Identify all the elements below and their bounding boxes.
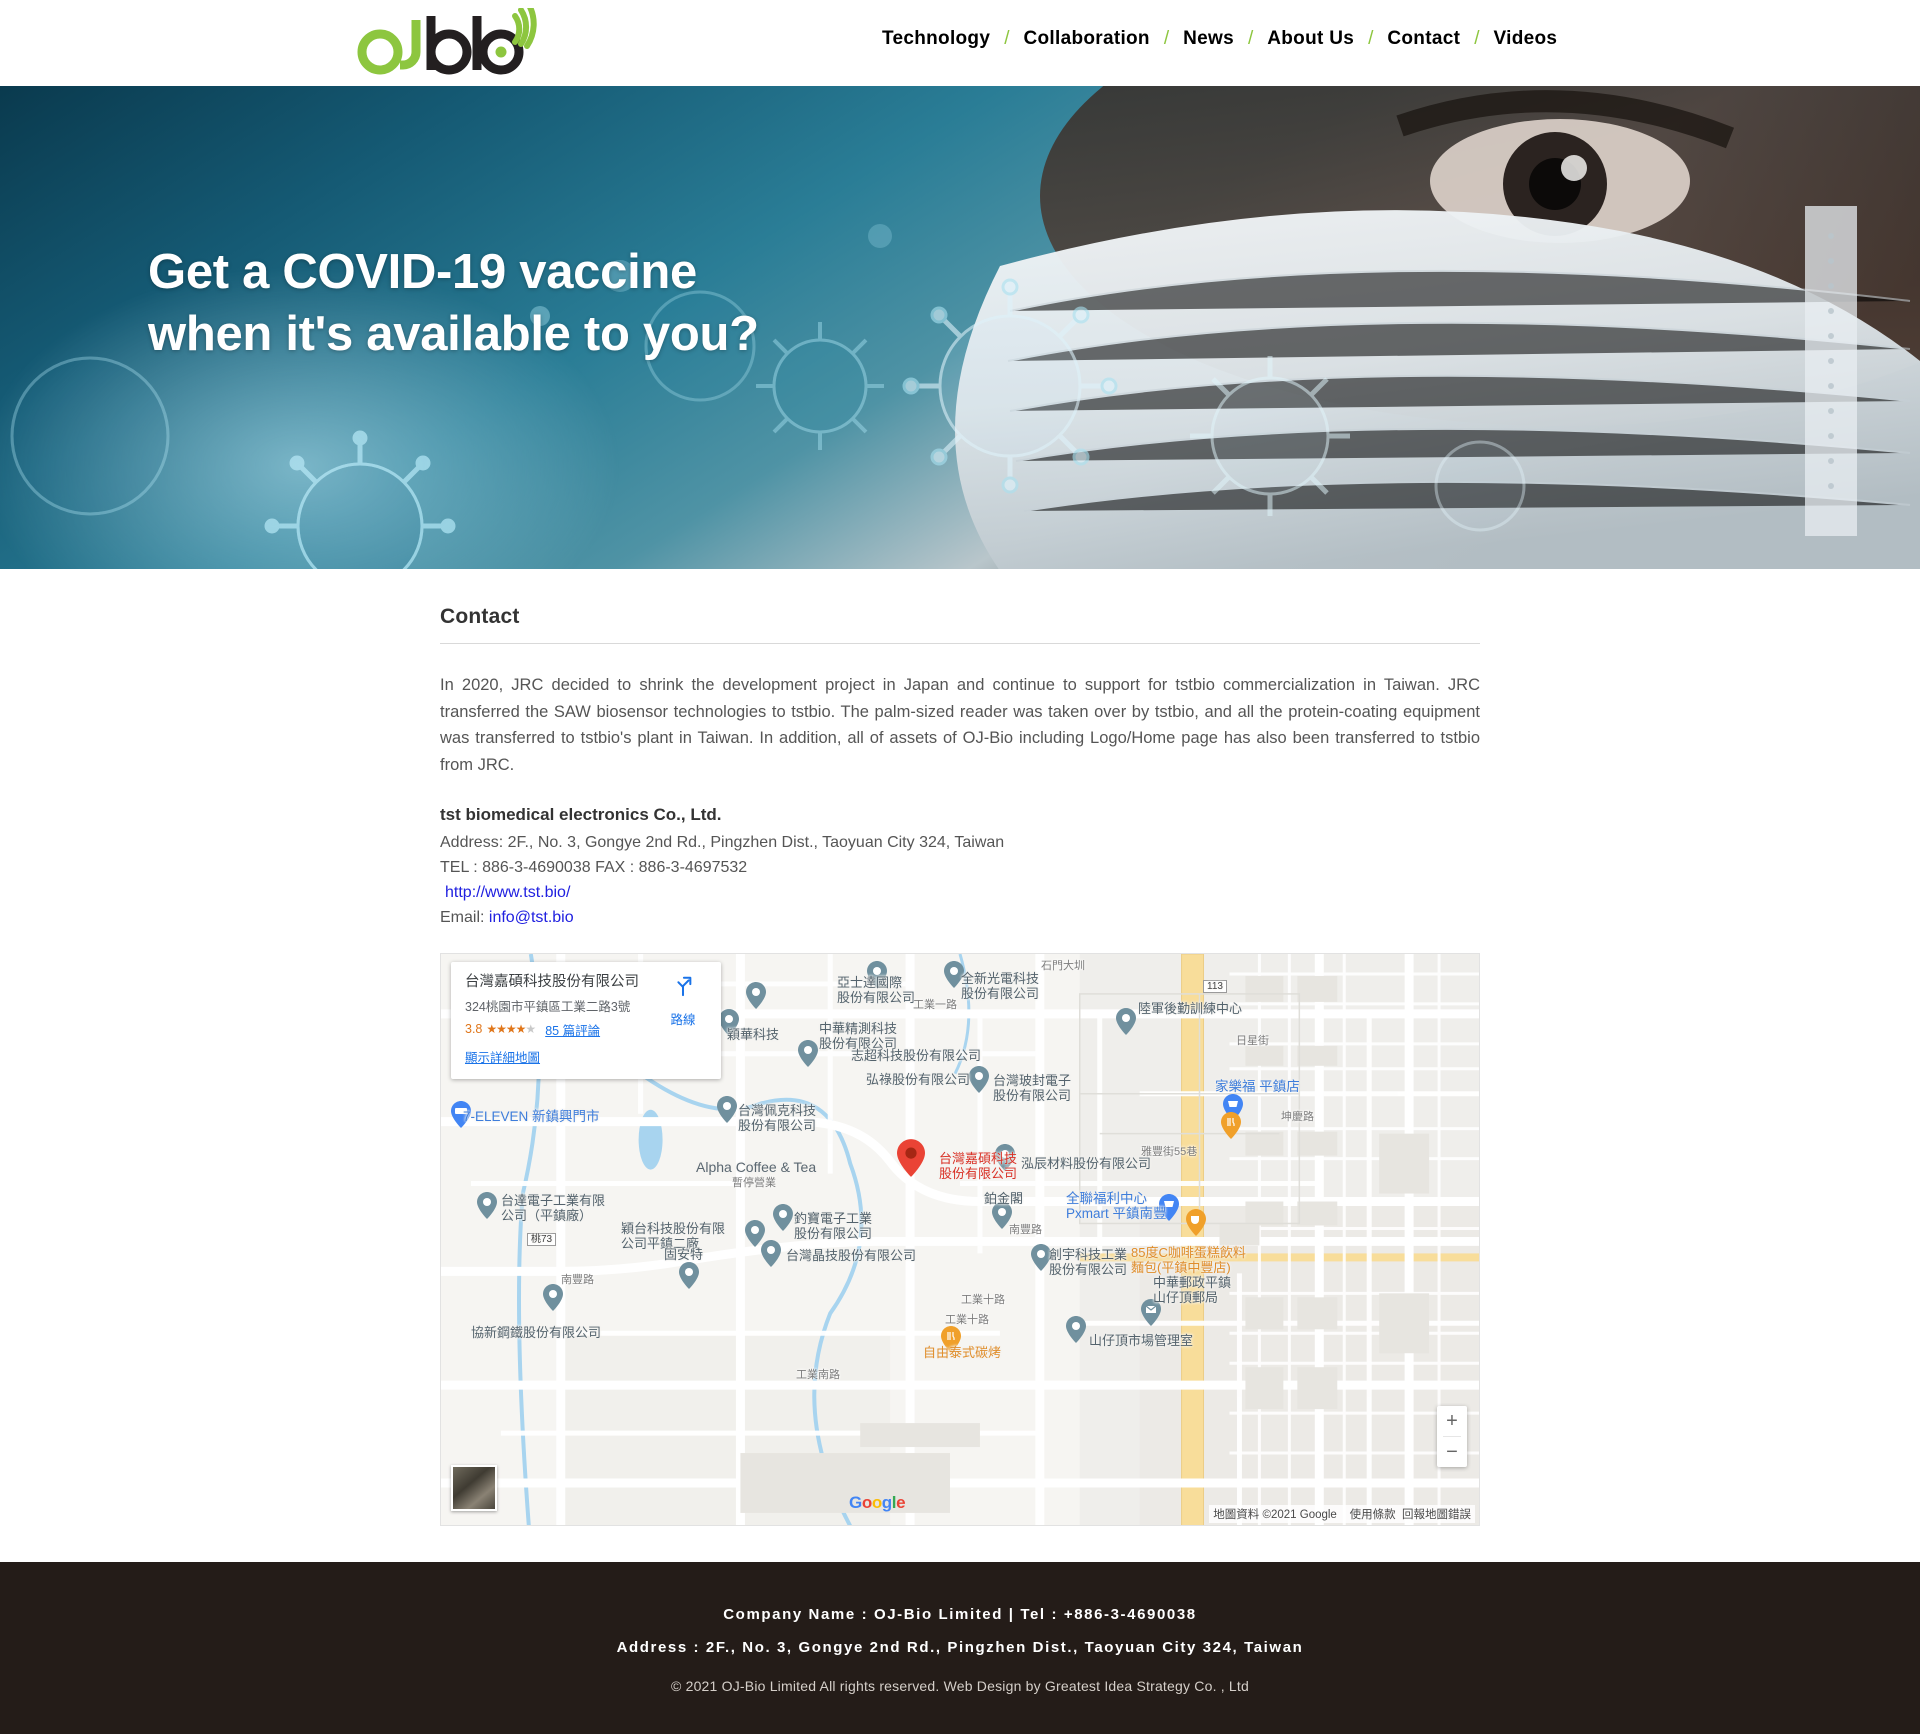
map-pin-pxmart[interactable] xyxy=(1159,1193,1179,1221)
site-footer: Company Name : OJ-Bio Limited | Tel : +8… xyxy=(0,1561,1920,1734)
rating-stars: ★★★★★ xyxy=(486,1022,536,1037)
map-place-rating: 3.8 ★★★★★ 85 篇評論 xyxy=(465,1020,657,1039)
title-divider xyxy=(440,643,1480,644)
company-name: tst biomedical electronics Co., Ltd. xyxy=(440,804,722,824)
page-title: Contact xyxy=(440,605,520,628)
map-pin[interactable] xyxy=(1116,1007,1136,1035)
stars-filled: ★★★★ xyxy=(486,1022,526,1037)
map-zoom-controls[interactable]: + − xyxy=(1437,1405,1467,1467)
footer-company-line: Company Name : OJ-Bio Limited | Tel : +8… xyxy=(723,1605,1197,1623)
map-pin-7-eleven[interactable] xyxy=(451,1100,471,1128)
zoom-in-button[interactable]: + xyxy=(1437,1406,1467,1436)
directions-label: 路線 xyxy=(670,1012,696,1027)
map-pin-restaurant[interactable] xyxy=(1221,1111,1241,1139)
company-address: Address: 2F., No. 3, Gongye 2nd Rd., Pin… xyxy=(440,833,1005,851)
nav-item-collaboration[interactable]: Collaboration xyxy=(1022,28,1152,50)
nav-item-videos[interactable]: Videos xyxy=(1491,28,1559,50)
company-website-link[interactable]: http://www.tst.bio/ xyxy=(445,884,570,901)
directions-icon xyxy=(672,975,694,1001)
nav-separator: / xyxy=(1163,28,1170,49)
stars-empty: ★ xyxy=(525,1022,536,1037)
map-pin[interactable] xyxy=(798,1039,818,1067)
map-pin-cafe[interactable] xyxy=(1186,1208,1206,1236)
map-place-address: 324桃園市平鎮區工業二路3號 xyxy=(465,999,631,1014)
google-map[interactable]: 全新光電科技 股份有限公司 亞士達國際 股份有限公司 石門大圳 113 陸軍後勤訓練中心… xyxy=(440,952,1480,1526)
nav-item-about-us[interactable]: About Us xyxy=(1265,28,1356,50)
map-info-card[interactable]: 台灣嘉碩科技股份有限公司 324桃園市平鎮區工業二路3號 3.8 ★★★★★ 8… xyxy=(451,961,721,1079)
map-pin[interactable] xyxy=(477,1191,497,1219)
hero-line-2: when it's available to you? xyxy=(148,307,759,362)
map-attribution: 地圖資料 ©2021 Google 使用條款 回報地圖錯誤 xyxy=(1209,1504,1475,1523)
map-pin-bbq[interactable] xyxy=(941,1325,961,1353)
map-pin[interactable] xyxy=(746,981,766,1009)
nav-item-contact[interactable]: Contact xyxy=(1385,28,1462,50)
map-pin[interactable] xyxy=(867,960,887,988)
map-pin[interactable] xyxy=(761,1239,781,1267)
nav-separator: / xyxy=(1004,28,1010,49)
map-pin[interactable] xyxy=(1066,1315,1086,1343)
map-pin[interactable] xyxy=(719,1008,739,1036)
map-pin[interactable] xyxy=(717,1095,737,1123)
nav-item-technology[interactable]: Technology xyxy=(880,28,992,50)
footer-copyright: © 2021 OJ-Bio Limited All rights reserve… xyxy=(670,1677,1249,1694)
nav-separator: / xyxy=(1474,28,1480,49)
review-count-link[interactable]: 85 篇評論 xyxy=(545,1020,600,1039)
map-info-card-body: 台灣嘉碩科技股份有限公司 324桃園市平鎮區工業二路3號 3.8 ★★★★★ 8… xyxy=(465,973,657,1067)
map-pin[interactable] xyxy=(773,1203,793,1231)
street-view-thumbnail[interactable] xyxy=(451,1464,497,1511)
map-pin[interactable] xyxy=(1031,1243,1051,1271)
main-content: Contact In 2020, JRC decided to shrink t… xyxy=(0,569,1920,1562)
ojbio-logo[interactable] xyxy=(355,2,555,78)
nav-item-news[interactable]: News xyxy=(1181,28,1236,50)
nav-separator: / xyxy=(1247,28,1254,49)
hero-heading: Get a COVID-19 vaccine when it's availab… xyxy=(148,241,759,365)
company-block: tst biomedical electronics Co., Ltd. Add… xyxy=(440,805,1480,931)
map-pin-post-office[interactable] xyxy=(1141,1298,1161,1326)
hero-banner: Get a COVID-19 vaccine when it's availab… xyxy=(0,86,1920,569)
map-place-name: 台灣嘉碩科技股份有限公司 xyxy=(465,973,639,990)
company-tel-fax: TEL : 886-3-4690038 FAX : 886-3-4697532 xyxy=(440,858,748,876)
map-pin[interactable] xyxy=(992,1201,1012,1229)
site-header: Technology / Collaboration / News / Abou… xyxy=(0,0,1920,86)
nav-separator: / xyxy=(1368,28,1374,49)
email-label: Email: xyxy=(440,908,489,926)
map-pin-selected-location[interactable] xyxy=(897,1138,925,1177)
content-container: Contact In 2020, JRC decided to shrink t… xyxy=(440,569,1480,1526)
main-navigation: Technology / Collaboration / News / Abou… xyxy=(880,28,1559,50)
ojbio-logo-icon xyxy=(357,2,537,75)
company-email-link[interactable]: info@tst.bio xyxy=(489,909,574,926)
map-pin[interactable] xyxy=(944,960,964,988)
rating-value: 3.8 xyxy=(465,1022,483,1037)
map-directions[interactable]: 路線 xyxy=(657,973,709,1067)
intro-paragraph: In 2020, JRC decided to shrink the devel… xyxy=(440,676,1480,775)
map-pin[interactable] xyxy=(543,1283,563,1311)
hero-line-1: Get a COVID-19 vaccine xyxy=(148,245,697,299)
footer-address-line: Address : 2F., No. 3, Gongye 2nd Rd., Pi… xyxy=(616,1638,1304,1656)
zoom-out-button[interactable]: − xyxy=(1437,1437,1467,1467)
map-pin[interactable] xyxy=(969,1065,989,1093)
google-logo: Google xyxy=(849,1492,906,1512)
show-detailed-map-link[interactable]: 顯示詳細地圖 xyxy=(465,1051,540,1065)
map-pin[interactable] xyxy=(995,1143,1015,1171)
map-pin[interactable] xyxy=(679,1261,699,1289)
